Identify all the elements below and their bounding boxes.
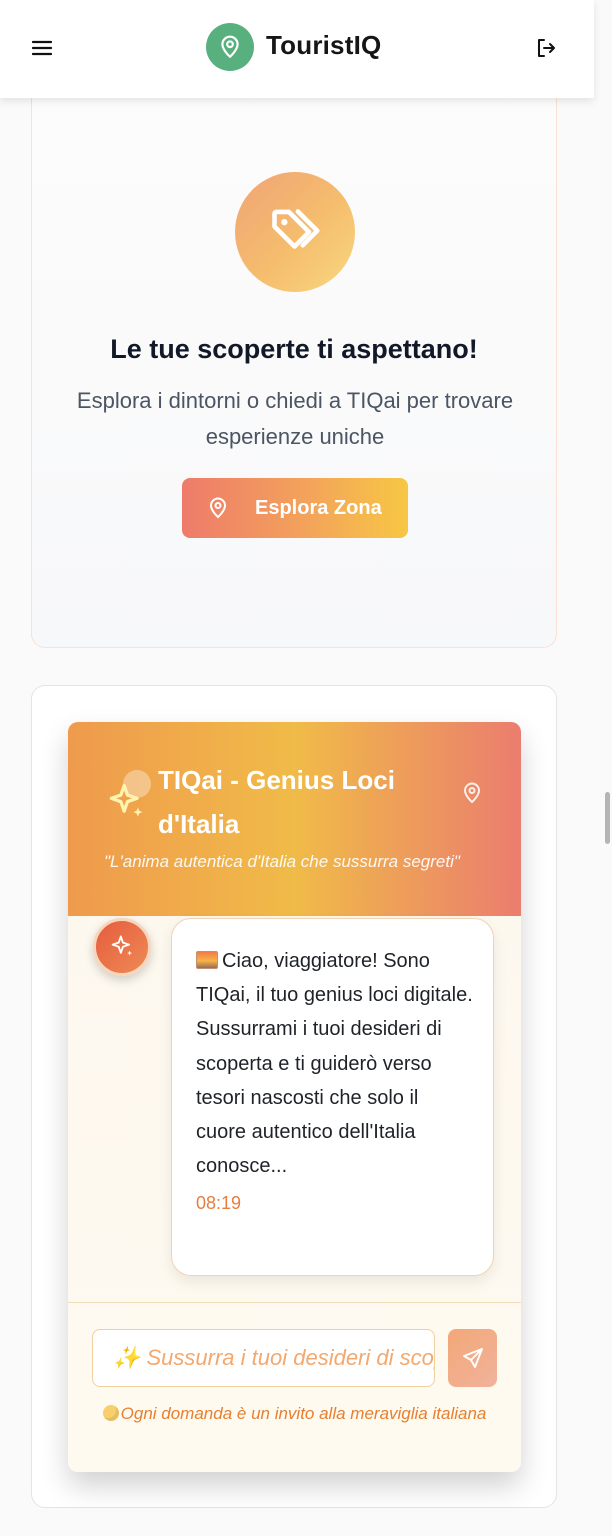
send-icon <box>462 1348 483 1368</box>
chat-card: TIQai - Genius Loci d'Italia "L'anima au… <box>31 685 557 1508</box>
chat-hint: Ogni domanda è un invito alla meraviglia… <box>98 1401 491 1426</box>
map-pin-icon <box>209 497 227 519</box>
scrollbar-thumb[interactable] <box>605 792 610 844</box>
menu-button[interactable] <box>28 34 56 62</box>
chat-header: TIQai - Genius Loci d'Italia "L'anima au… <box>68 722 521 916</box>
message-body: Ciao, viaggiatore! Sono TIQai, il tuo ge… <box>196 950 473 1178</box>
tags-icon <box>272 209 320 249</box>
explore-zone-label: Esplora Zona <box>255 496 382 519</box>
sparkles-icon <box>111 935 133 956</box>
discoveries-title: Le tue scoperte ti aspettano! <box>110 334 478 364</box>
chat-widget: TIQai - Genius Loci d'Italia "L'anima au… <box>68 722 521 1472</box>
sunset-emoji-icon <box>196 951 218 969</box>
bot-avatar <box>93 918 151 976</box>
app-title: TouristIQ <box>266 30 382 60</box>
discoveries-description: Esplora i dintorni o chiedi a TIQai per … <box>76 388 514 449</box>
app-logo <box>206 23 254 71</box>
chat-input[interactable] <box>92 1329 435 1387</box>
top-app-bar: TouristIQ <box>0 0 594 98</box>
send-button[interactable] <box>448 1329 497 1387</box>
map-pin-icon <box>463 782 481 804</box>
message-text: Ciao, viaggiatore! Sono TIQai, il tuo ge… <box>196 944 473 1183</box>
logout-icon <box>538 39 555 57</box>
logout-button[interactable] <box>530 32 562 64</box>
chat-tagline: "L'anima autentica d'Italia che sussurra… <box>104 852 460 871</box>
message-time: 08:19 <box>196 1193 242 1214</box>
chat-input-area: Ogni domanda è un invito alla meraviglia… <box>68 1302 521 1472</box>
discoveries-badge <box>235 172 355 292</box>
chat-title: TIQai - Genius Loci d'Italia <box>158 765 395 839</box>
bot-message: Ciao, viaggiatore! Sono TIQai, il tuo ge… <box>171 918 494 1276</box>
hamburger-menu-icon <box>32 40 52 56</box>
explore-zone-button[interactable]: Esplora Zona <box>182 478 408 538</box>
sparkles-icon <box>109 783 143 817</box>
discoveries-card: Le tue scoperte ti aspettano! Esplora i … <box>31 92 557 648</box>
map-pin-icon <box>221 35 239 59</box>
chat-hint-text: Ogni domanda è un invito alla meraviglia… <box>120 1404 487 1423</box>
dizzy-emoji-icon <box>102 1405 119 1421</box>
